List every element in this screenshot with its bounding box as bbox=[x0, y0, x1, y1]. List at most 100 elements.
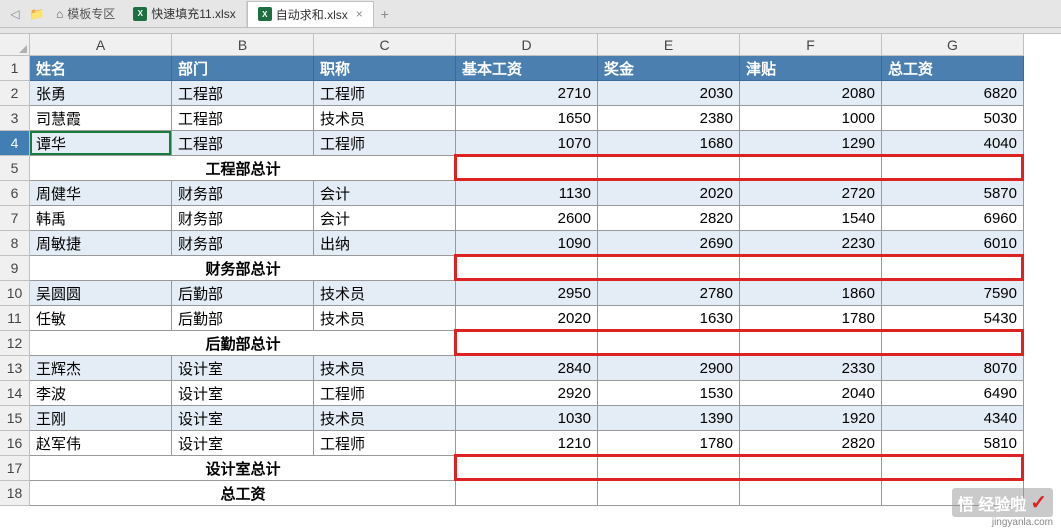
subtotal-value-cell[interactable] bbox=[456, 481, 598, 506]
data-cell[interactable]: 技术员 bbox=[314, 356, 456, 381]
data-cell[interactable]: 4340 bbox=[882, 406, 1024, 431]
data-cell[interactable]: 后勤部 bbox=[172, 281, 314, 306]
row-header[interactable]: 8 bbox=[0, 231, 30, 256]
data-cell[interactable]: 出纳 bbox=[314, 231, 456, 256]
column-header[interactable]: A bbox=[30, 34, 172, 56]
subtotal-value-cell[interactable] bbox=[598, 456, 740, 481]
subtotal-value-cell[interactable] bbox=[882, 256, 1024, 281]
data-cell[interactable]: 7590 bbox=[882, 281, 1024, 306]
data-cell[interactable]: 工程部 bbox=[172, 131, 314, 156]
data-cell[interactable]: 设计室 bbox=[172, 431, 314, 456]
row-header[interactable]: 5 bbox=[0, 156, 30, 181]
data-cell[interactable]: 6960 bbox=[882, 206, 1024, 231]
subtotal-value-cell[interactable] bbox=[456, 256, 598, 281]
row-header[interactable]: 18 bbox=[0, 481, 30, 506]
data-cell[interactable]: 财务部 bbox=[172, 181, 314, 206]
data-cell[interactable]: 赵军伟 bbox=[30, 431, 172, 456]
close-icon[interactable]: × bbox=[356, 7, 363, 21]
subtotal-value-cell[interactable] bbox=[598, 256, 740, 281]
subtotal-label-cell[interactable] bbox=[314, 481, 456, 506]
data-cell[interactable]: 设计室 bbox=[172, 356, 314, 381]
file-tab-2[interactable]: X 自动求和.xlsx × bbox=[247, 1, 374, 27]
data-cell[interactable]: 工程师 bbox=[314, 131, 456, 156]
column-header[interactable]: B bbox=[172, 34, 314, 56]
subtotal-value-cell[interactable] bbox=[882, 331, 1024, 356]
subtotal-value-cell[interactable] bbox=[598, 481, 740, 506]
data-cell[interactable]: 1090 bbox=[456, 231, 598, 256]
data-cell[interactable]: 工程部 bbox=[172, 106, 314, 131]
subtotal-value-cell[interactable] bbox=[882, 156, 1024, 181]
select-all-corner[interactable] bbox=[0, 34, 30, 56]
data-cell[interactable]: 技术员 bbox=[314, 306, 456, 331]
subtotal-value-cell[interactable] bbox=[740, 481, 882, 506]
subtotal-label-cell[interactable]: 后勤部总计 bbox=[172, 331, 314, 356]
row-header[interactable]: 14 bbox=[0, 381, 30, 406]
data-cell[interactable]: 周敏捷 bbox=[30, 231, 172, 256]
data-cell[interactable]: 工程师 bbox=[314, 81, 456, 106]
data-cell[interactable]: 技术员 bbox=[314, 106, 456, 131]
row-header[interactable]: 11 bbox=[0, 306, 30, 331]
table-header-cell[interactable]: 总工资 bbox=[882, 56, 1024, 81]
column-header[interactable]: F bbox=[740, 34, 882, 56]
data-cell[interactable]: 6490 bbox=[882, 381, 1024, 406]
data-cell[interactable]: 1030 bbox=[456, 406, 598, 431]
row-header[interactable]: 13 bbox=[0, 356, 30, 381]
data-cell[interactable]: 1650 bbox=[456, 106, 598, 131]
data-cell[interactable]: 财务部 bbox=[172, 231, 314, 256]
data-cell[interactable]: 1530 bbox=[598, 381, 740, 406]
data-cell[interactable]: 1680 bbox=[598, 131, 740, 156]
table-header-cell[interactable]: 基本工资 bbox=[456, 56, 598, 81]
column-header[interactable]: E bbox=[598, 34, 740, 56]
data-cell[interactable]: 司慧霞 bbox=[30, 106, 172, 131]
data-cell[interactable]: 1000 bbox=[740, 106, 882, 131]
data-cell[interactable]: 2020 bbox=[598, 181, 740, 206]
data-cell[interactable]: 5810 bbox=[882, 431, 1024, 456]
data-cell[interactable]: 1780 bbox=[740, 306, 882, 331]
subtotal-label-cell[interactable] bbox=[30, 256, 172, 281]
data-cell[interactable]: 吴圆圆 bbox=[30, 281, 172, 306]
data-cell[interactable]: 1540 bbox=[740, 206, 882, 231]
data-cell[interactable]: 1210 bbox=[456, 431, 598, 456]
table-header-cell[interactable]: 津贴 bbox=[740, 56, 882, 81]
data-cell[interactable]: 技术员 bbox=[314, 281, 456, 306]
data-cell[interactable]: 张勇 bbox=[30, 81, 172, 106]
subtotal-value-cell[interactable] bbox=[740, 256, 882, 281]
data-cell[interactable]: 韩禹 bbox=[30, 206, 172, 231]
row-header[interactable]: 15 bbox=[0, 406, 30, 431]
data-cell[interactable]: 会计 bbox=[314, 181, 456, 206]
subtotal-label-cell[interactable]: 财务部总计 bbox=[172, 256, 314, 281]
data-cell[interactable]: 1920 bbox=[740, 406, 882, 431]
data-cell[interactable]: 1860 bbox=[740, 281, 882, 306]
new-tab-button[interactable]: + bbox=[374, 3, 396, 25]
data-cell[interactable]: 2040 bbox=[740, 381, 882, 406]
data-cell[interactable]: 6820 bbox=[882, 81, 1024, 106]
data-cell[interactable]: 任敏 bbox=[30, 306, 172, 331]
subtotal-label-cell[interactable]: 总工资 bbox=[172, 481, 314, 506]
row-header[interactable]: 16 bbox=[0, 431, 30, 456]
data-cell[interactable]: 2900 bbox=[598, 356, 740, 381]
subtotal-value-cell[interactable] bbox=[598, 331, 740, 356]
subtotal-value-cell[interactable] bbox=[740, 331, 882, 356]
row-header[interactable]: 10 bbox=[0, 281, 30, 306]
subtotal-value-cell[interactable] bbox=[456, 331, 598, 356]
home-tab[interactable]: ⌂ 模板专区 bbox=[48, 3, 123, 25]
table-header-cell[interactable]: 姓名 bbox=[30, 56, 172, 81]
subtotal-label-cell[interactable] bbox=[30, 481, 172, 506]
data-cell[interactable]: 2330 bbox=[740, 356, 882, 381]
subtotal-value-cell[interactable] bbox=[740, 456, 882, 481]
data-cell[interactable]: 2690 bbox=[598, 231, 740, 256]
data-cell[interactable]: 财务部 bbox=[172, 206, 314, 231]
row-header[interactable]: 6 bbox=[0, 181, 30, 206]
column-header[interactable]: G bbox=[882, 34, 1024, 56]
subtotal-label-cell[interactable] bbox=[314, 156, 456, 181]
data-cell[interactable]: 1290 bbox=[740, 131, 882, 156]
table-header-cell[interactable]: 奖金 bbox=[598, 56, 740, 81]
data-cell[interactable]: 1130 bbox=[456, 181, 598, 206]
data-cell[interactable]: 李波 bbox=[30, 381, 172, 406]
row-header[interactable]: 4 bbox=[0, 131, 30, 156]
subtotal-label-cell[interactable] bbox=[314, 456, 456, 481]
table-header-cell[interactable]: 职称 bbox=[314, 56, 456, 81]
row-header[interactable]: 1 bbox=[0, 56, 30, 81]
data-cell[interactable]: 2080 bbox=[740, 81, 882, 106]
data-cell[interactable]: 2720 bbox=[740, 181, 882, 206]
